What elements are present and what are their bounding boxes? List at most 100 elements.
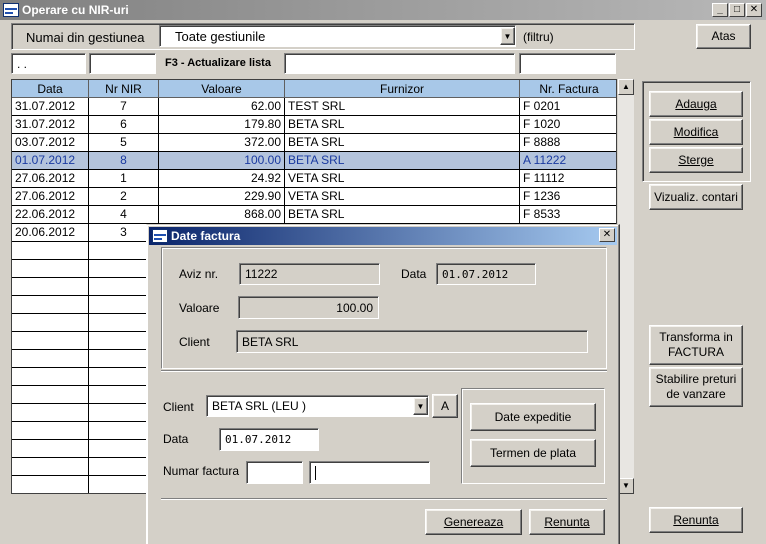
stabilire-preturi-button[interactable]: Stabilire preturi de vanzare (649, 367, 743, 407)
cell-furnizor[interactable]: VETA SRL (285, 170, 520, 188)
cell-nr-nir[interactable]: 8 (89, 152, 159, 170)
cell-nr-nir[interactable]: 6 (89, 116, 159, 134)
vizualiz-contari-button[interactable]: Vizualiz. contari (649, 184, 743, 210)
cell-data[interactable] (12, 314, 89, 332)
cell-data[interactable]: 01.07.2012 (12, 152, 89, 170)
main-renunta-button[interactable]: Renunta (649, 507, 743, 533)
cell-nr-nir[interactable]: 2 (89, 188, 159, 206)
cell-nr-nir[interactable]: 7 (89, 98, 159, 116)
table-row[interactable]: 03.07.2012 5 372.00 BETA SRL F 8888 (12, 134, 616, 152)
cell-data[interactable] (12, 332, 89, 350)
dialog-close-icon[interactable]: ✕ (599, 228, 615, 242)
cell-nr-factura[interactable]: F 0201 (520, 98, 616, 116)
numar-factura-input[interactable] (309, 461, 430, 484)
cell-nr-factura[interactable]: F 8533 (520, 206, 616, 224)
cell-nr-factura[interactable]: F 1020 (520, 116, 616, 134)
cell-nr-factura[interactable]: A 11222 (520, 152, 616, 170)
cell-data[interactable]: 31.07.2012 (12, 98, 89, 116)
table-scrollbar[interactable]: ▲ ▼ (618, 79, 634, 494)
table-row[interactable]: 31.07.2012 7 62.00 TEST SRL F 0201 (12, 98, 616, 116)
gestiune-select-value: Toate gestiunile (175, 28, 266, 44)
cell-data[interactable] (12, 368, 89, 386)
cell-data[interactable] (12, 350, 89, 368)
transforma-factura-button[interactable]: Transforma in FACTURA (649, 325, 743, 365)
cell-valoare[interactable]: 868.00 (159, 206, 285, 224)
table-row[interactable]: 27.06.2012 2 229.90 VETA SRL F 1236 (12, 188, 616, 206)
cell-nr-factura[interactable]: F 1236 (520, 188, 616, 206)
cell-nr-nir[interactable]: 5 (89, 134, 159, 152)
cell-data[interactable]: 27.06.2012 (12, 170, 89, 188)
a-button[interactable]: A (432, 394, 458, 418)
cell-data[interactable] (12, 260, 89, 278)
cell-valoare[interactable]: 372.00 (159, 134, 285, 152)
table-row[interactable]: 27.06.2012 1 24.92 VETA SRL F 11112 (12, 170, 616, 188)
sterge-button[interactable]: Sterge (649, 147, 743, 173)
genereaza-button[interactable]: Genereaza (425, 509, 522, 535)
chevron-down-icon[interactable]: ▼ (500, 27, 515, 45)
col-header-valoare[interactable]: Valoare (159, 80, 285, 98)
cell-furnizor[interactable]: BETA SRL (285, 206, 520, 224)
cell-data[interactable]: 03.07.2012 (12, 134, 89, 152)
client-value: BETA SRL (242, 334, 299, 349)
cell-data[interactable] (12, 422, 89, 440)
cell-furnizor[interactable]: TEST SRL (285, 98, 520, 116)
date-filter-input[interactable]: . . (11, 53, 86, 74)
cell-data[interactable] (12, 404, 89, 422)
cell-data[interactable]: 31.07.2012 (12, 116, 89, 134)
modifica-button[interactable]: Modifica (649, 119, 743, 145)
adauga-label: Adauga (675, 96, 717, 111)
cell-valoare[interactable]: 24.92 (159, 170, 285, 188)
cell-data[interactable] (12, 278, 89, 296)
nir-filter-input[interactable] (89, 53, 156, 74)
cell-valoare[interactable]: 62.00 (159, 98, 285, 116)
cell-data[interactable]: 27.06.2012 (12, 188, 89, 206)
table-row[interactable]: 31.07.2012 6 179.80 BETA SRL F 1020 (12, 116, 616, 134)
atas-button[interactable]: Atas (696, 24, 751, 49)
cell-nr-nir[interactable]: 1 (89, 170, 159, 188)
cell-data[interactable] (12, 242, 89, 260)
col-header-nr-factura[interactable]: Nr. Factura (520, 80, 616, 98)
cell-valoare[interactable]: 100.00 (159, 152, 285, 170)
cell-nr-nir[interactable]: 4 (89, 206, 159, 224)
table-row[interactable]: 01.07.2012 8 100.00 BETA SRL A 11222 (12, 152, 616, 170)
data2-input[interactable]: 01.07.2012 (219, 428, 319, 451)
termen-plata-button[interactable]: Termen de plata (470, 439, 596, 467)
cell-valoare[interactable]: 229.90 (159, 188, 285, 206)
client-chevron-down-icon[interactable]: ▼ (413, 397, 428, 415)
cell-furnizor[interactable]: VETA SRL (285, 188, 520, 206)
gestiune-select[interactable]: Toate gestiunile (159, 25, 516, 47)
cell-data[interactable] (12, 458, 89, 476)
cell-furnizor[interactable]: BETA SRL (285, 152, 520, 170)
col-header-nr-nir[interactable]: Nr NIR (89, 80, 159, 98)
cell-valoare[interactable]: 179.80 (159, 116, 285, 134)
col-header-data[interactable]: Data (12, 80, 89, 98)
cell-data[interactable]: 20.06.2012 (12, 224, 89, 242)
scroll-down-icon[interactable]: ▼ (618, 478, 634, 494)
cell-data[interactable] (12, 440, 89, 458)
cell-data[interactable] (12, 476, 89, 493)
scroll-up-icon[interactable]: ▲ (618, 79, 634, 95)
client-select[interactable]: BETA SRL (LEU ) (206, 395, 429, 417)
col-header-furnizor[interactable]: Furnizor (285, 80, 520, 98)
furnizor-filter-input[interactable] (284, 53, 515, 74)
dialog-renunta-label: Renunta (544, 514, 590, 529)
close-icon[interactable]: ✕ (746, 3, 762, 17)
cell-furnizor[interactable]: BETA SRL (285, 116, 520, 134)
maximize-icon[interactable]: □ (729, 3, 745, 17)
table-row[interactable]: 22.06.2012 4 868.00 BETA SRL F 8533 (12, 206, 616, 224)
adauga-button[interactable]: Adauga (649, 91, 743, 117)
transforma-label-2: FACTURA (667, 345, 724, 359)
cell-data[interactable]: 22.06.2012 (12, 206, 89, 224)
cell-data[interactable] (12, 386, 89, 404)
cell-nr-factura[interactable]: F 8888 (520, 134, 616, 152)
minimize-icon[interactable]: _ (712, 3, 728, 17)
cell-nr-factura[interactable]: F 11112 (520, 170, 616, 188)
data2-value: 01.07.2012 (225, 433, 292, 446)
filter-hint: (filtru) (523, 30, 554, 44)
cell-data[interactable] (12, 296, 89, 314)
date-expeditie-button[interactable]: Date expeditie (470, 403, 596, 431)
cell-furnizor[interactable]: BETA SRL (285, 134, 520, 152)
factura-filter-input[interactable] (519, 53, 616, 74)
numar-factura-series-input[interactable] (246, 461, 303, 484)
dialog-renunta-button[interactable]: Renunta (529, 509, 605, 535)
